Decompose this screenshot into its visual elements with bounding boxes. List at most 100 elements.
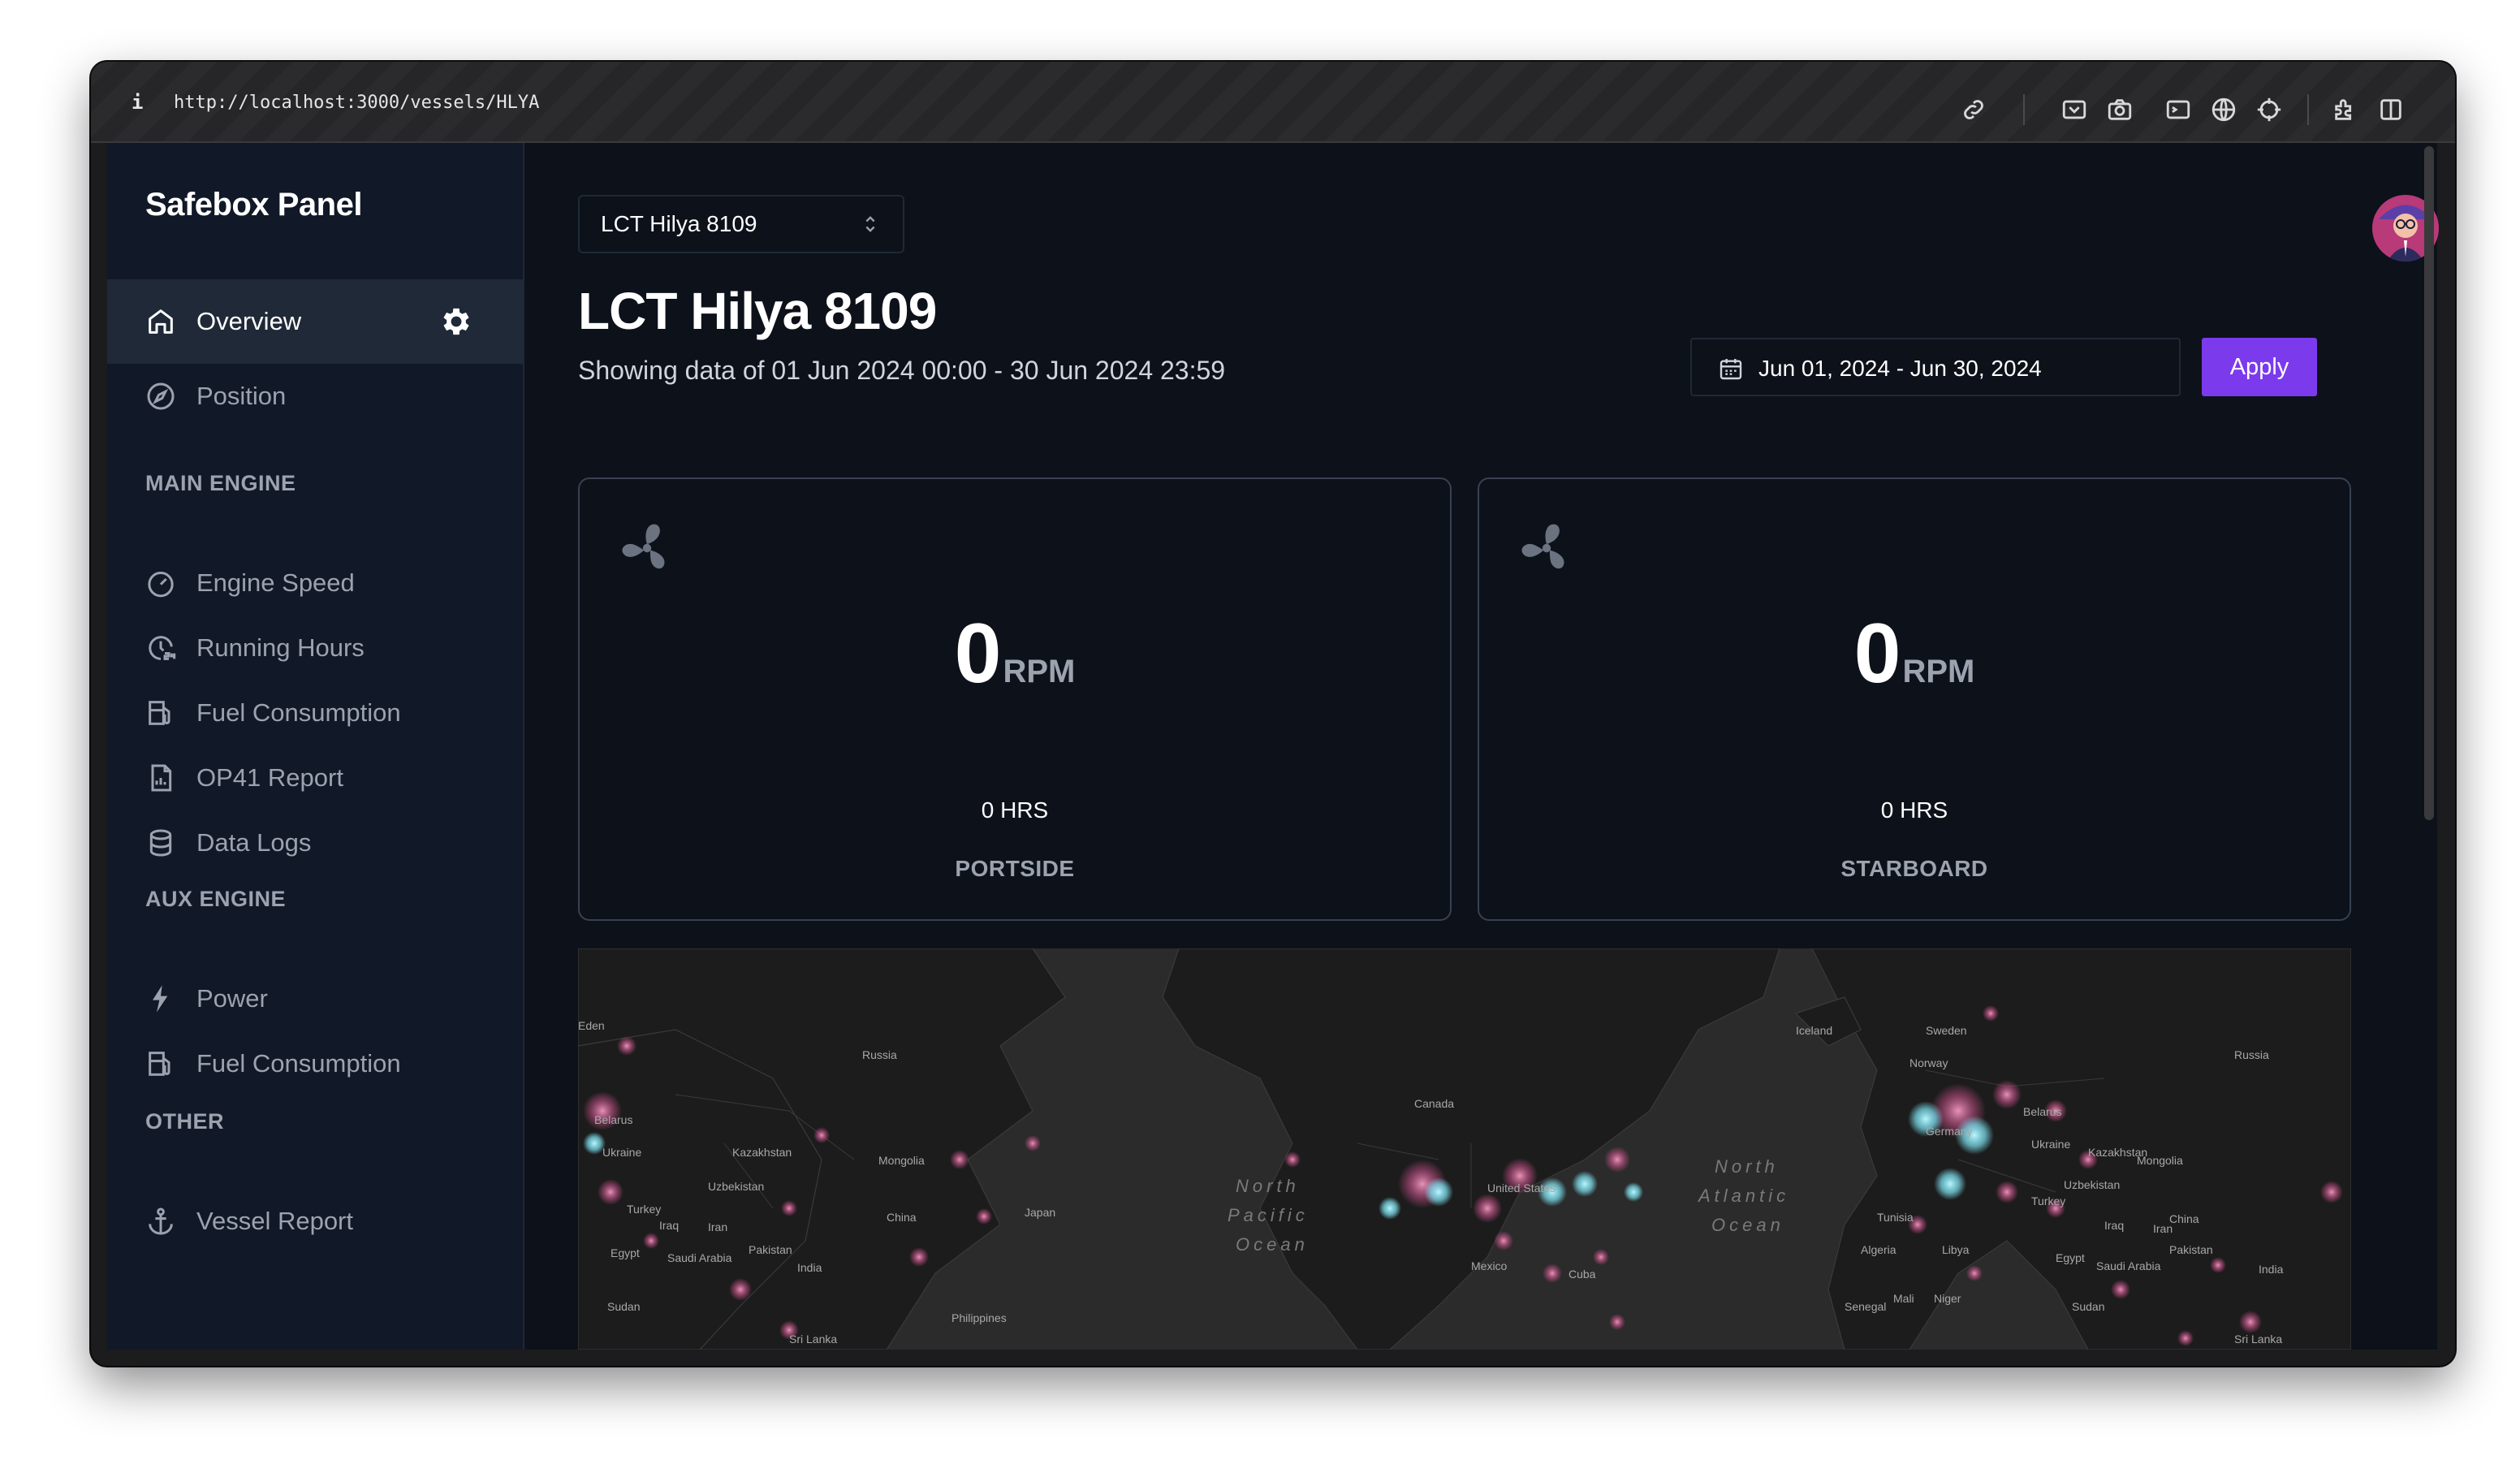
map-label: Turkey xyxy=(627,1203,661,1216)
map-label: India xyxy=(797,1261,822,1274)
sidebar-item-label: Fuel Consumption xyxy=(196,1049,401,1078)
crosshair-icon[interactable] xyxy=(2255,96,2283,123)
page-title: LCT Hilya 8109 xyxy=(578,282,937,340)
sidebar-item-label: OP41 Report xyxy=(196,763,343,792)
map-label: China xyxy=(887,1211,917,1224)
rpm-display: 0RPM xyxy=(1479,606,2350,702)
sidebar: Safebox Panel Overview Position MAIN ENG… xyxy=(107,143,524,1350)
ocean-label: Ocean xyxy=(1236,1234,1309,1255)
running-hours: 0 HRS xyxy=(1880,797,1948,823)
map-label: Iraq xyxy=(659,1219,679,1232)
map-label: Ukraine xyxy=(602,1146,641,1159)
heatmap-world-map[interactable]: Russia Kazakhstan Mongolia Uzbekistan Ch… xyxy=(578,948,2351,1350)
scrollbar-thumb[interactable] xyxy=(2424,146,2434,820)
url-bar: i http://localhost:3000/vessels/HLYA xyxy=(91,62,2455,143)
map-canvas: Russia Kazakhstan Mongolia Uzbekistan Ch… xyxy=(578,948,2351,1350)
sidebar-item-vessel-report[interactable]: Vessel Report xyxy=(107,1179,524,1263)
toolbar-divider xyxy=(2307,94,2309,125)
map-label: Saudi Arabia xyxy=(2096,1259,2161,1272)
ocean-label: Atlantic xyxy=(1697,1186,1789,1206)
ocean-label: North xyxy=(1236,1176,1300,1196)
fuel-icon xyxy=(145,1048,177,1080)
vessel-select[interactable]: LCT Hilya 8109 xyxy=(578,195,904,253)
sidebar-item-data-logs[interactable]: Data Logs xyxy=(107,801,524,885)
map-label: Algeria xyxy=(1861,1243,1896,1256)
sidebar-item-label: Position xyxy=(196,382,287,410)
map-label: Sweden xyxy=(1926,1024,1967,1037)
map-label: United States xyxy=(1487,1181,1556,1194)
engine-card-portside: 0RPM 0 HRS PORTSIDE xyxy=(578,477,1452,921)
calendar-icon xyxy=(1718,356,1744,382)
map-label: Norway xyxy=(1909,1056,1948,1069)
camera-icon[interactable] xyxy=(2106,96,2134,123)
sidebar-item-label: Data Logs xyxy=(196,828,312,857)
map-label: China xyxy=(2169,1212,2199,1225)
map-label: Sudan xyxy=(607,1300,640,1313)
home-icon xyxy=(145,305,177,338)
map-label: Iceland xyxy=(1796,1024,1832,1037)
sidebar-item-position[interactable]: Position xyxy=(107,354,524,438)
clock-24-icon xyxy=(145,632,177,664)
extensions-icon[interactable] xyxy=(2332,96,2359,123)
sidebar-item-label: Engine Speed xyxy=(196,568,355,597)
apply-button[interactable]: Apply xyxy=(2202,338,2317,396)
anchor-icon xyxy=(145,1205,177,1238)
date-range-picker[interactable]: Jun 01, 2024 - Jun 30, 2024 xyxy=(1690,338,2181,396)
screenshot-icon[interactable] xyxy=(2060,96,2088,123)
map-label: Saudi Arabia xyxy=(667,1251,732,1264)
toolbar-divider xyxy=(2023,94,2025,125)
map-label: Turkey xyxy=(2031,1194,2065,1207)
engine-side-label: PORTSIDE xyxy=(955,856,1075,881)
ocean-label: Pacific xyxy=(1228,1205,1309,1225)
browser-window: i http://localhost:3000/vessels/HLYA Saf… xyxy=(91,62,2455,1366)
map-label: Russia xyxy=(2234,1048,2269,1061)
sidebar-item-aux-fuel-consumption[interactable]: Fuel Consumption xyxy=(107,1022,524,1106)
sidebar-item-overview[interactable]: Overview xyxy=(107,279,524,364)
vessel-select-value: LCT Hilya 8109 xyxy=(601,211,757,236)
bolt-icon xyxy=(145,983,177,1015)
map-label: Sudan xyxy=(2072,1300,2104,1313)
chevron-up-down-icon xyxy=(859,213,882,239)
rpm-display: 0RPM xyxy=(580,606,1450,702)
ocean-label: North xyxy=(1715,1156,1779,1177)
map-label: Canada xyxy=(1414,1097,1454,1110)
date-range-value: Jun 01, 2024 - Jun 30, 2024 xyxy=(1758,356,2042,381)
main-content: LCT Hilya 8109 LCT Hilya 8109 Showing da… xyxy=(524,143,2439,1350)
map-label: Germany xyxy=(1926,1125,1973,1138)
compass-icon xyxy=(145,380,177,413)
sidebar-item-label: Fuel Consumption xyxy=(196,698,401,727)
map-label: Senegal xyxy=(1845,1300,1886,1313)
terminal-icon[interactable] xyxy=(2164,96,2192,123)
brand-title: Safebox Panel xyxy=(145,187,362,222)
rpm-unit: RPM xyxy=(1003,654,1076,689)
map-label: Mongolia xyxy=(2137,1154,2183,1167)
map-label: Pakistan xyxy=(2169,1243,2213,1256)
info-icon[interactable]: i xyxy=(132,91,143,114)
map-label: Cuba xyxy=(1569,1268,1596,1281)
sidebar-item-label: Vessel Report xyxy=(196,1207,353,1235)
map-label: Russia xyxy=(862,1048,897,1061)
map-label: Iraq xyxy=(2104,1219,2124,1232)
sidebar-item-label: Power xyxy=(196,984,268,1013)
section-title-aux-engine: AUX ENGINE xyxy=(145,887,287,911)
report-icon xyxy=(145,762,177,794)
map-label: Philippines xyxy=(951,1311,1007,1324)
rpm-value: 0 xyxy=(954,607,1002,701)
ocean-label: Ocean xyxy=(1711,1215,1784,1235)
map-label: Belarus xyxy=(2023,1105,2061,1118)
rpm-value: 0 xyxy=(1853,607,1901,701)
map-label: Niger xyxy=(1934,1292,1961,1305)
map-label: Sri Lanka xyxy=(2234,1333,2282,1346)
globe-icon[interactable] xyxy=(2210,96,2237,123)
gauge-icon xyxy=(145,567,177,599)
url-text[interactable]: http://localhost:3000/vessels/HLYA xyxy=(174,93,539,113)
sidebar-item-label: Running Hours xyxy=(196,633,365,662)
map-label: Eden xyxy=(578,1019,605,1032)
gear-icon[interactable] xyxy=(438,304,474,339)
sidebar-toggle-icon[interactable] xyxy=(2377,96,2405,123)
map-label: Libya xyxy=(1942,1243,1970,1256)
link-icon[interactable] xyxy=(1960,96,1987,123)
map-label: Mongolia xyxy=(878,1154,925,1167)
map-label: Uzbekistan xyxy=(708,1180,764,1193)
sidebar-item-label: Overview xyxy=(196,307,302,335)
